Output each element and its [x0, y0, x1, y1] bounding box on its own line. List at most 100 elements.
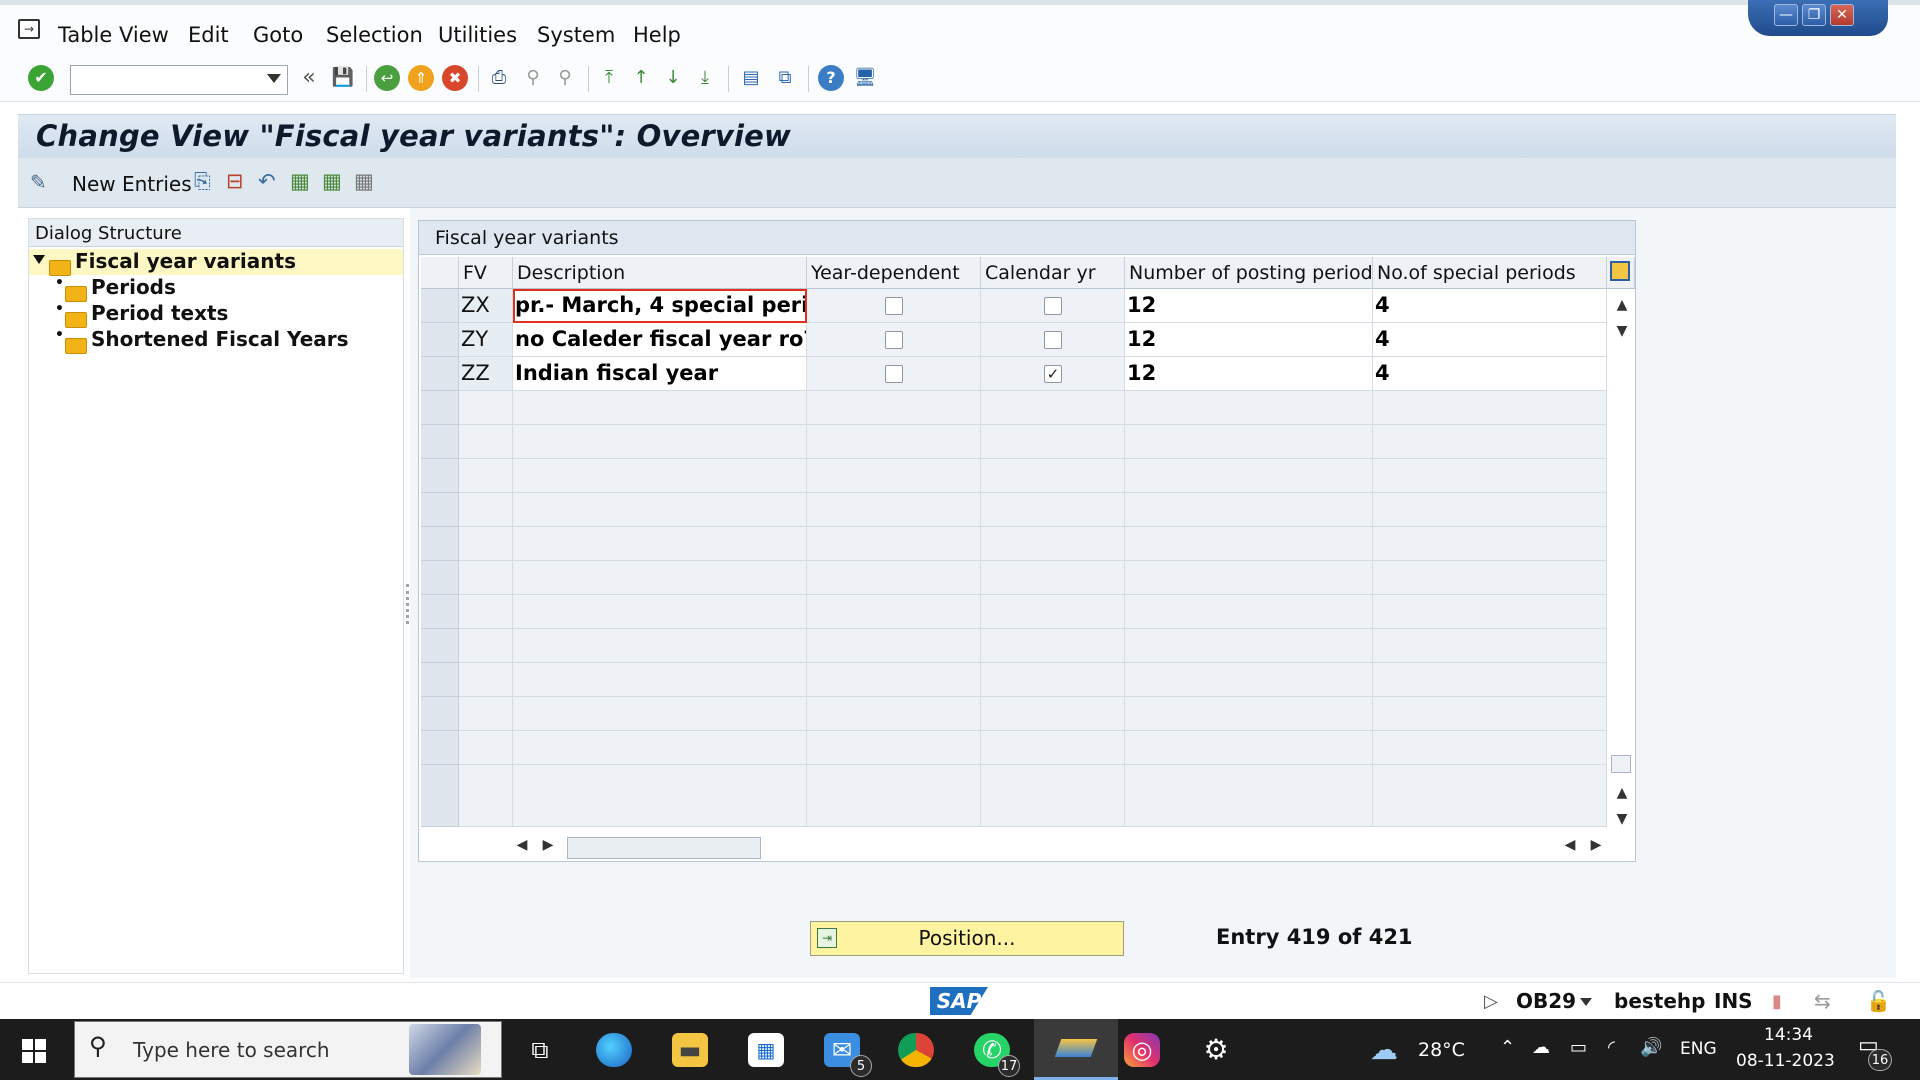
battery-icon[interactable]: ▭ [1570, 1037, 1587, 1058]
edge-browser-icon[interactable] [596, 1033, 632, 1067]
row-selector[interactable] [421, 391, 459, 425]
scroll-left-icon[interactable]: ◀ [513, 837, 531, 853]
scroll-right-icon[interactable]: ▶ [539, 837, 557, 853]
command-field[interactable] [70, 65, 288, 95]
last-page-icon[interactable]: ⤓ [692, 65, 718, 91]
empty-cell[interactable] [807, 697, 981, 731]
checkbox-calendar-yr[interactable] [1044, 331, 1062, 349]
empty-cell[interactable] [1125, 527, 1373, 561]
row-selector[interactable] [421, 459, 459, 493]
row-selector[interactable] [421, 793, 459, 827]
copy-as-icon[interactable]: ⎘ [194, 169, 211, 194]
checkbox-calendar-yr[interactable] [1044, 297, 1062, 315]
table-cell[interactable] [981, 323, 1125, 357]
empty-cell[interactable] [981, 493, 1125, 527]
empty-cell[interactable] [1125, 731, 1373, 765]
table-cell[interactable]: ✓ [981, 357, 1125, 391]
cell-description[interactable]: no Caleder fiscal year ro77 [513, 323, 807, 357]
column-header-fv[interactable]: FV [459, 257, 513, 289]
lock-icon[interactable]: 🔓 [1866, 989, 1891, 1013]
menu-system[interactable]: System [537, 23, 615, 47]
input-mode[interactable]: INS [1714, 989, 1753, 1013]
new-entries-button[interactable]: New Entries [72, 172, 192, 196]
undo-change-icon[interactable]: ↶ [258, 169, 276, 193]
instagram-icon[interactable]: ◎ [1124, 1033, 1160, 1067]
empty-cell[interactable] [807, 561, 981, 595]
empty-cell[interactable] [513, 493, 807, 527]
previous-page-icon[interactable]: ↑ [628, 65, 654, 91]
close-button[interactable]: ✕ [1830, 4, 1854, 26]
scroll-up-icon[interactable]: ▲ [1613, 297, 1631, 313]
empty-cell[interactable] [513, 527, 807, 561]
empty-cell[interactable] [513, 459, 807, 493]
transaction-code[interactable]: OB29 [1516, 989, 1576, 1013]
empty-cell[interactable] [807, 595, 981, 629]
empty-cell[interactable] [459, 561, 513, 595]
empty-cell[interactable] [981, 663, 1125, 697]
empty-cell[interactable] [1373, 629, 1607, 663]
scroll-right-icon[interactable]: ▶ [1587, 837, 1605, 853]
empty-cell[interactable] [1373, 731, 1607, 765]
tree-item-shortened-fiscal-years[interactable]: • Shortened Fiscal Years [29, 327, 403, 354]
menu-edit[interactable]: Edit [188, 23, 229, 47]
settings-gear-icon[interactable]: ⚙ [1198, 1033, 1234, 1067]
empty-cell[interactable] [1125, 391, 1373, 425]
menu-selection[interactable]: Selection [326, 23, 423, 47]
select-block-icon[interactable]: ▦ [322, 169, 342, 193]
row-selector[interactable] [421, 357, 459, 391]
empty-cell[interactable] [981, 527, 1125, 561]
empty-cell[interactable] [513, 731, 807, 765]
checkbox-year-dependent[interactable] [885, 297, 903, 315]
empty-cell[interactable] [513, 629, 807, 663]
empty-cell[interactable] [807, 493, 981, 527]
layout-icon[interactable]: 🖥 [852, 65, 878, 91]
tree-item-fiscal-year-variants[interactable]: Fiscal year variants [29, 249, 403, 276]
save-icon[interactable]: 💾 [330, 65, 356, 91]
tree-item-periods[interactable]: • Periods [29, 275, 403, 302]
row-selector[interactable] [421, 527, 459, 561]
empty-cell[interactable] [1373, 561, 1607, 595]
cell-posting-periods[interactable]: 12 [1125, 323, 1373, 357]
status-expand-icon[interactable]: ▷ [1484, 991, 1498, 1012]
menu-goto[interactable]: Goto [253, 23, 303, 47]
empty-cell[interactable] [981, 459, 1125, 493]
cell-description[interactable]: pr.- March, 4 special periods [513, 289, 807, 323]
deselect-all-icon[interactable]: ▦ [354, 169, 374, 193]
empty-cell[interactable] [807, 527, 981, 561]
empty-cell[interactable] [513, 663, 807, 697]
empty-cell[interactable] [1125, 459, 1373, 493]
file-explorer-icon[interactable]: ▬ [672, 1033, 708, 1067]
empty-cell[interactable] [807, 663, 981, 697]
checkbox-calendar-yr[interactable]: ✓ [1044, 365, 1062, 383]
back-icon[interactable]: ↩ [374, 65, 400, 91]
exit-icon[interactable]: ⇑ [408, 65, 434, 91]
empty-cell[interactable] [1125, 493, 1373, 527]
empty-cell[interactable] [513, 425, 807, 459]
empty-cell[interactable] [1125, 697, 1373, 731]
tree-item-period-texts[interactable]: • Period texts [29, 301, 403, 328]
empty-cell[interactable] [981, 731, 1125, 765]
empty-cell[interactable] [981, 793, 1125, 827]
empty-cell[interactable] [1373, 697, 1607, 731]
row-selector[interactable] [421, 323, 459, 357]
empty-cell[interactable] [459, 527, 513, 561]
wifi-icon[interactable]: ◜ [1608, 1037, 1615, 1058]
back-double-icon[interactable]: « [296, 65, 322, 91]
empty-cell[interactable] [513, 595, 807, 629]
taskbar-search-box[interactable]: ⚲ Type here to search [74, 1021, 502, 1078]
cancel-icon[interactable]: ✖ [442, 65, 468, 91]
empty-cell[interactable] [1373, 425, 1607, 459]
empty-cell[interactable] [807, 425, 981, 459]
empty-cell[interactable] [981, 391, 1125, 425]
change-display-icon[interactable]: ✎ [30, 170, 47, 194]
cloud-icon[interactable]: ☁ [1532, 1037, 1550, 1058]
shortcut-icon[interactable]: ⧉ [772, 65, 798, 91]
first-page-icon[interactable]: ⤒ [596, 65, 622, 91]
row-selector[interactable] [421, 731, 459, 765]
empty-cell[interactable] [1125, 793, 1373, 827]
column-header-description[interactable]: Description [513, 257, 807, 289]
empty-cell[interactable] [1373, 527, 1607, 561]
scroll-up-icon[interactable]: ▲ [1613, 785, 1631, 801]
empty-cell[interactable] [513, 697, 807, 731]
empty-cell[interactable] [459, 493, 513, 527]
